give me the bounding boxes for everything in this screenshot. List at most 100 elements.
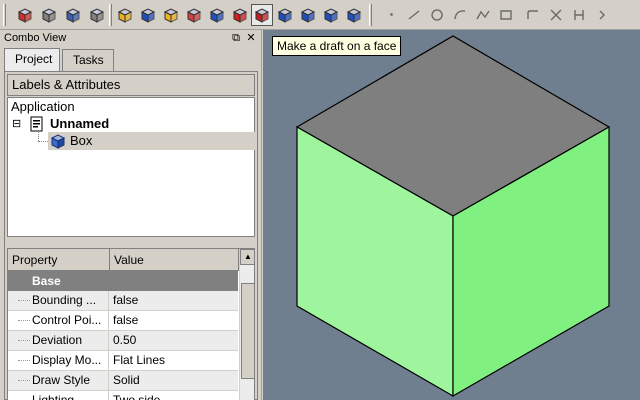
labels-attributes-header[interactable]: Labels & Attributes	[7, 74, 255, 96]
tree-item-document[interactable]: Unnamed	[50, 115, 109, 133]
trim-icon	[550, 9, 562, 21]
tab-tasks[interactable]: Tasks	[62, 49, 114, 71]
mirrored-button[interactable]	[274, 4, 296, 26]
polar-pattern-button[interactable]	[320, 4, 342, 26]
property-value[interactable]: false	[110, 291, 238, 311]
panel-splitter[interactable]	[7, 238, 255, 248]
property-group-base[interactable]: Base	[8, 271, 238, 291]
circle-button[interactable]	[426, 4, 448, 26]
tree-branch-line	[38, 132, 39, 141]
property-value[interactable]: Solid	[110, 371, 238, 391]
toolbar-grip[interactable]	[3, 4, 6, 26]
property-editor: Property Value Base Bounding ... false Con…	[7, 248, 255, 400]
box-feature-icon	[50, 132, 68, 150]
polyline-button[interactable]	[472, 4, 494, 26]
point-button[interactable]	[380, 4, 402, 26]
point-icon	[390, 13, 393, 16]
property-name: Draw Style	[8, 371, 109, 391]
float-panel-button[interactable]: ⧉	[230, 32, 242, 44]
groove-button[interactable]	[183, 4, 205, 26]
arc-button[interactable]	[449, 4, 471, 26]
fillet-button[interactable]	[206, 4, 228, 26]
tree-item-box[interactable]: Box	[70, 132, 92, 150]
chamfer-icon	[232, 8, 248, 23]
combo-view-panel: Combo View ⧉ ✕ Project Tasks Labels & At…	[0, 30, 262, 400]
groove-icon	[186, 8, 202, 23]
property-name: Deviation	[8, 331, 109, 351]
arc-icon	[454, 10, 466, 20]
property-name: Lighting	[8, 391, 109, 400]
main-toolbar	[0, 0, 640, 30]
line-icon	[408, 10, 420, 20]
open-button[interactable]	[38, 4, 60, 26]
trim-button[interactable]	[545, 4, 567, 26]
export-button[interactable]	[86, 4, 108, 26]
property-value[interactable]: false	[110, 311, 238, 331]
scroll-thumb[interactable]	[241, 283, 254, 379]
project-tab-content: Labels & Attributes Application ⊟ Unname…	[4, 71, 258, 400]
value-column-header[interactable]: Value	[110, 249, 239, 271]
save-icon	[65, 8, 81, 23]
mirrored-icon	[277, 8, 293, 23]
property-row[interactable]: Deviation 0.50	[8, 331, 238, 351]
toolbar-grip[interactable]	[369, 4, 372, 26]
polyline-icon	[476, 10, 490, 20]
circle-icon	[431, 9, 443, 21]
save-button[interactable]	[62, 4, 84, 26]
constraint-button[interactable]	[568, 4, 590, 26]
draft-icon	[254, 8, 270, 23]
rectangle-icon	[500, 10, 512, 20]
3d-view[interactable]	[263, 30, 640, 400]
property-column-header[interactable]: Property	[8, 249, 110, 271]
more-icon	[599, 10, 605, 20]
toolbar-grip[interactable]	[109, 4, 112, 26]
pad-button[interactable]	[114, 4, 136, 26]
multitransform-icon	[346, 8, 362, 23]
constraint-icon	[574, 10, 584, 20]
revolution-icon	[163, 8, 179, 23]
property-row[interactable]: Lighting Two side	[8, 391, 238, 400]
property-name: Display Mo...	[8, 351, 109, 371]
polar-pattern-icon	[323, 8, 339, 23]
linear-pattern-button[interactable]	[297, 4, 319, 26]
panel-title: Combo View	[4, 32, 67, 44]
pocket-icon	[140, 8, 156, 23]
open-icon	[41, 8, 57, 23]
more-button[interactable]	[591, 4, 613, 26]
pad-icon	[117, 8, 133, 23]
chamfer-button[interactable]	[229, 4, 251, 26]
property-row[interactable]: Draw Style Solid	[8, 371, 238, 391]
cube-drawing	[295, 35, 611, 398]
tree-branch-line	[38, 141, 48, 142]
multitransform-button[interactable]	[343, 4, 365, 26]
property-row[interactable]: Bounding ... false	[8, 291, 238, 311]
property-name: Control Poi...	[8, 311, 109, 331]
new-document-icon	[17, 8, 33, 23]
property-value[interactable]: Flat Lines	[110, 351, 238, 371]
fillet-icon	[209, 8, 225, 23]
line-button[interactable]	[403, 4, 425, 26]
property-row[interactable]: Display Mo... Flat Lines	[8, 351, 238, 371]
tab-project[interactable]: Project	[4, 48, 60, 71]
collapse-icon[interactable]: ⊟	[12, 115, 24, 133]
pocket-button[interactable]	[137, 4, 159, 26]
document-icon	[30, 115, 46, 133]
revolution-button[interactable]	[160, 4, 182, 26]
export-icon	[89, 8, 105, 23]
tree-item-application[interactable]: Application	[11, 98, 75, 116]
property-name: Bounding ...	[8, 291, 109, 311]
draft-button[interactable]	[251, 4, 273, 26]
new-document-button[interactable]	[14, 4, 36, 26]
fillet-sketch-icon	[527, 10, 538, 19]
property-row[interactable]: Control Poi... false	[8, 311, 238, 331]
linear-pattern-icon	[300, 8, 316, 23]
fillet-sketch-button[interactable]	[522, 4, 544, 26]
property-value[interactable]: 0.50	[110, 331, 238, 351]
property-scrollbar[interactable]: ▲	[239, 249, 254, 400]
draft-tooltip: Make a draft on a face	[272, 36, 402, 56]
rectangle-button[interactable]	[495, 4, 517, 26]
close-panel-button[interactable]: ✕	[245, 32, 257, 44]
document-tree: Application ⊟ Unnamed Box	[7, 97, 255, 237]
scroll-up-button[interactable]: ▲	[240, 249, 254, 265]
property-value[interactable]: Two side	[110, 391, 238, 400]
